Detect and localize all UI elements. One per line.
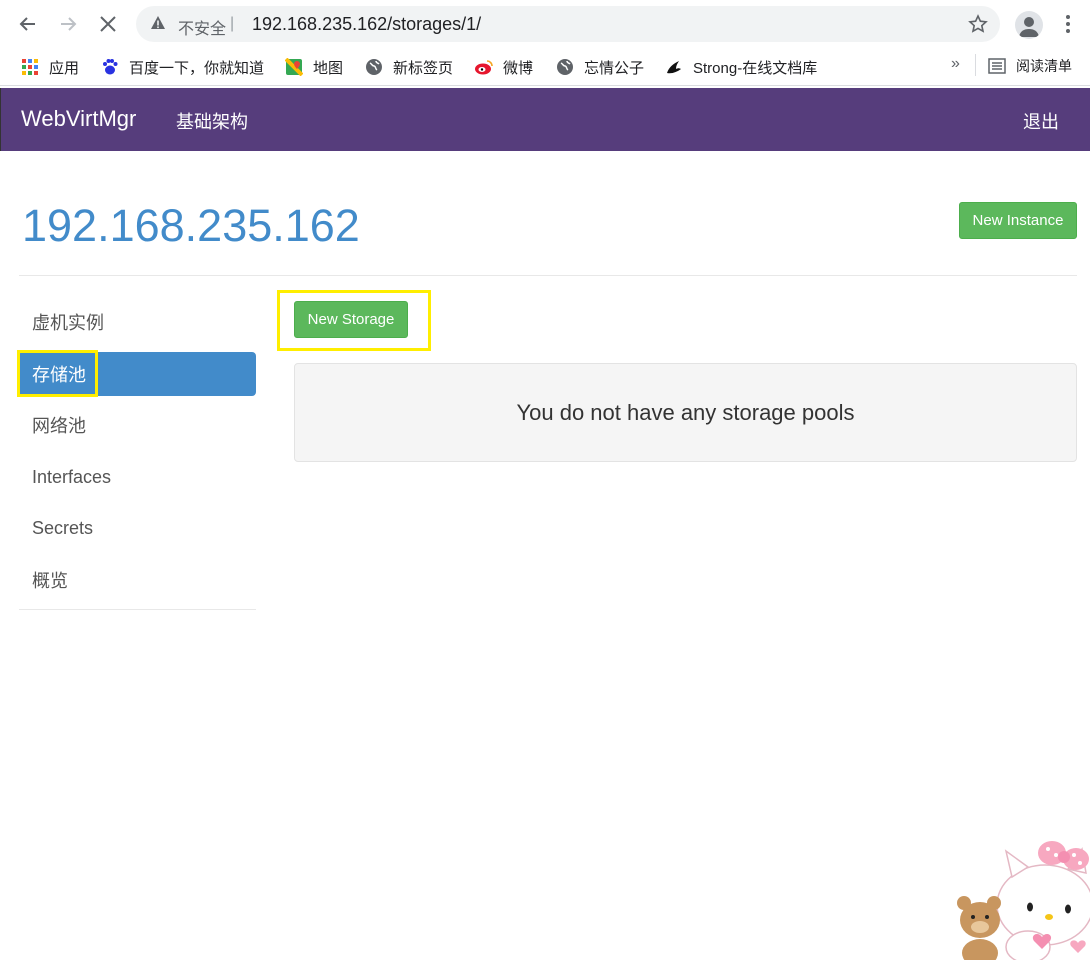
globe-icon (364, 57, 384, 77)
sidebar-item-label: 概览 (32, 571, 68, 591)
reading-list-button[interactable]: 阅读清单 (988, 56, 1072, 76)
bookmarks-divider (975, 54, 976, 76)
sidebar-item-instances[interactable]: 虚机实例 (19, 300, 256, 344)
bookmark-apps[interactable]: 应用 (20, 56, 79, 78)
empty-state-message: You do not have any storage pools (516, 399, 855, 425)
empty-state-panel: You do not have any storage pools (294, 363, 1077, 462)
page-title: 192.168.235.162 (22, 200, 360, 251)
bookmark-baidu[interactable]: 百度一下，你就知道 (100, 56, 264, 78)
bookmark-wangqing[interactable]: 忘情公子 (555, 56, 644, 78)
bookmark-newtab[interactable]: 新标签页 (364, 56, 453, 78)
bookmark-label: 地图 (313, 59, 344, 77)
sidebar-item-label: 网络池 (32, 416, 86, 436)
sidebar-item-label: 虚机实例 (32, 313, 104, 333)
maps-pin-icon (284, 57, 304, 77)
sidebar-item-interfaces[interactable]: Interfaces (19, 455, 256, 499)
sidebar-item-secrets[interactable]: Secrets (19, 506, 256, 550)
highlight-box-storage (17, 350, 98, 397)
bookmark-strong[interactable]: Strong-在线文档库 (664, 56, 817, 78)
app-navbar: WebVirtMgr 基础架构 退出 (0, 88, 1090, 151)
hello-kitty-sticker (957, 841, 1090, 960)
bookmark-label: 微博 (503, 59, 534, 77)
warning-triangle-icon (150, 15, 166, 36)
brand-link[interactable]: WebVirtMgr (21, 106, 136, 132)
sidebar-item-overview[interactable]: 概览 (19, 558, 256, 602)
bookmark-label: 应用 (49, 59, 80, 77)
forward-button[interactable] (54, 10, 82, 38)
arrow-right-icon (61, 17, 77, 31)
strong-logo-icon (664, 57, 684, 77)
bookmark-label: 忘情公子 (584, 59, 645, 77)
bookmark-label: 百度一下，你就知道 (129, 59, 265, 77)
profile-avatar-icon[interactable] (1015, 11, 1043, 39)
arrow-left-icon (19, 17, 35, 31)
insecure-label: 不安全 (178, 21, 227, 38)
address-bar[interactable]: 不安全 | 192.168.235.162/storages/1/ (136, 6, 1000, 42)
sidebar-item-networks[interactable]: 网络池 (19, 403, 256, 447)
url-separator: | (230, 15, 235, 32)
sidebar-item-label: Secrets (32, 517, 94, 538)
baidu-paw-icon (100, 57, 120, 77)
logout-link[interactable]: 退出 (1023, 108, 1059, 134)
weibo-icon (474, 57, 494, 77)
reading-list-icon (988, 57, 1006, 75)
header-divider (19, 275, 1077, 276)
browser-toolbar: 不安全 | 192.168.235.162/storages/1/ (0, 0, 1090, 48)
bookmarks-bar: 应用 百度一下，你就知道 地图 新标签页 微博 忘情公子 Strong-在线文档… (0, 48, 1090, 86)
stop-button[interactable] (94, 10, 122, 38)
tab-strip-hint (858, 0, 988, 13)
apps-grid-icon (20, 57, 40, 77)
reading-list-label: 阅读清单 (1016, 58, 1072, 74)
more-vert-icon[interactable] (1058, 12, 1078, 36)
new-instance-button[interactable]: New Instance (959, 202, 1077, 239)
bookmark-maps[interactable]: 地图 (284, 56, 343, 78)
sidebar-divider (19, 609, 256, 610)
globe-icon (555, 57, 575, 77)
bookmark-label: 新标签页 (393, 59, 454, 77)
new-storage-button[interactable]: New Storage (294, 301, 408, 338)
bookmark-star-icon[interactable] (968, 14, 988, 39)
nav-link-infrastructure[interactable]: 基础架构 (176, 108, 248, 134)
bookmarks-overflow-button[interactable]: » (951, 55, 960, 73)
back-button[interactable] (14, 10, 42, 38)
sidebar-item-label: Interfaces (32, 466, 112, 487)
bookmark-label: Strong-在线文档库 (693, 59, 818, 77)
bookmark-weibo[interactable]: 微博 (474, 56, 533, 78)
close-icon (100, 16, 116, 32)
url-text[interactable]: 192.168.235.162/storages/1/ (252, 14, 481, 35)
